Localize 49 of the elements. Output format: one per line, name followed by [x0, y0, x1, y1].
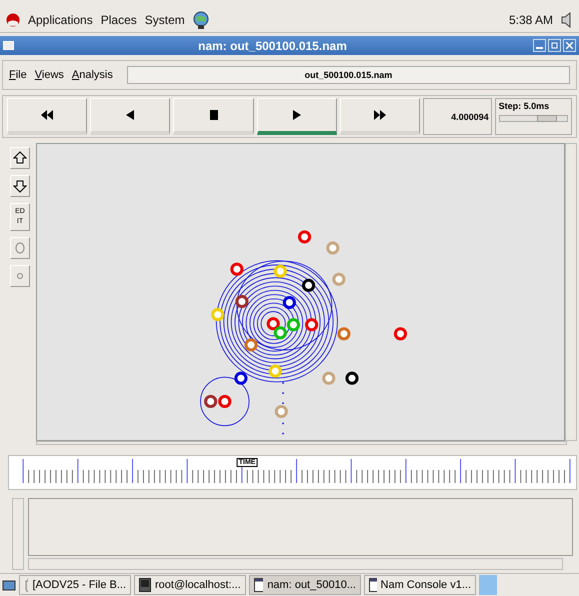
log-scrollbar[interactable]	[12, 498, 24, 570]
menu-item[interactable]: Views	[34, 69, 64, 81]
horizontal-scrollbar[interactable]	[36, 440, 567, 445]
panel-menu[interactable]: Applications	[28, 13, 93, 27]
panel-menu[interactable]: Places	[100, 13, 137, 27]
maximize-icon	[551, 42, 558, 48]
down-arrow-icon	[13, 179, 27, 193]
close-button[interactable]	[563, 39, 576, 52]
playback-button[interactable]	[7, 98, 88, 135]
rewind-icon	[41, 110, 54, 120]
taskbar-item[interactable]: [AODV25 - File B...	[19, 575, 131, 595]
taskbar-item[interactable]: nam: out_50010...	[249, 575, 361, 595]
close-icon	[566, 42, 573, 48]
desktop-icon	[2, 578, 16, 592]
menu-item[interactable]: File	[9, 69, 27, 81]
panel-menu[interactable]: System	[144, 13, 185, 27]
step-slider-thumb[interactable]	[536, 115, 557, 122]
speaker-icon	[561, 12, 573, 28]
zoom-in-button[interactable]	[10, 147, 30, 169]
fast-forward-icon	[374, 110, 386, 120]
taskbar-item[interactable]: Nam Console v1...	[364, 575, 476, 595]
file-name-label: out_500100.015.nam	[126, 66, 570, 84]
step-label: Step: 5.0ms	[498, 101, 550, 111]
hat-logo-icon	[6, 13, 20, 27]
maximize-button[interactable]	[548, 39, 561, 52]
point-tool-button[interactable]	[10, 265, 30, 287]
zoom-out-button[interactable]	[10, 175, 30, 197]
window-menu-icon	[3, 41, 14, 50]
globe-icon	[192, 11, 209, 29]
play-icon	[292, 110, 301, 120]
workspace-switcher[interactable]	[479, 575, 497, 595]
window-title: nam: out_500100.015.nam	[197, 38, 348, 52]
vertical-scrollbar[interactable]	[565, 143, 577, 441]
taskbar-item[interactable]: root@localhost:...	[134, 575, 246, 595]
window-icon	[369, 578, 377, 592]
minimize-button[interactable]	[533, 39, 546, 52]
time-readout: 4.000094	[423, 98, 492, 135]
small-circle-icon	[17, 273, 23, 279]
playback-button[interactable]	[173, 98, 254, 135]
clock[interactable]: 5:38 AM	[508, 13, 553, 27]
stop-icon	[210, 110, 218, 120]
up-arrow-icon	[13, 151, 27, 165]
node-tool-button[interactable]	[10, 237, 30, 259]
menu-item[interactable]: Analysis	[72, 69, 113, 81]
log-horizontal-scrollbar[interactable]	[28, 558, 563, 570]
terminal-icon	[139, 578, 151, 592]
circle-icon	[15, 242, 25, 254]
step-back-icon	[126, 110, 134, 120]
window-icon	[254, 578, 264, 592]
